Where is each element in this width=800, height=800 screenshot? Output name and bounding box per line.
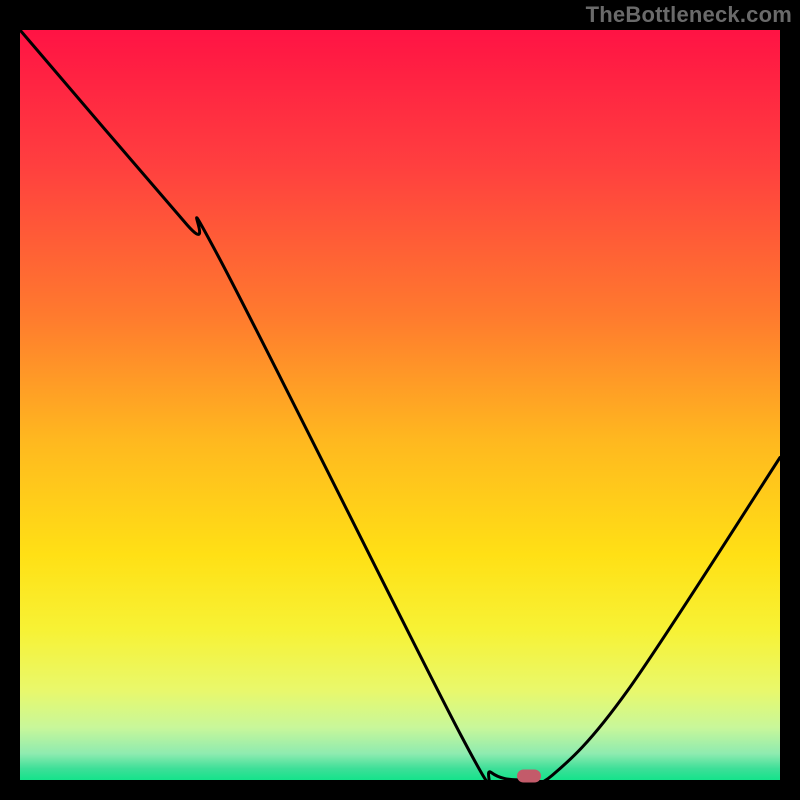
gradient-background — [20, 30, 780, 780]
bottleneck-curve — [20, 30, 780, 780]
optimal-point-marker — [517, 769, 541, 782]
plot-frame — [20, 30, 780, 780]
watermark-text: TheBottleneck.com — [586, 2, 792, 28]
chart-container: TheBottleneck.com — [0, 0, 800, 800]
